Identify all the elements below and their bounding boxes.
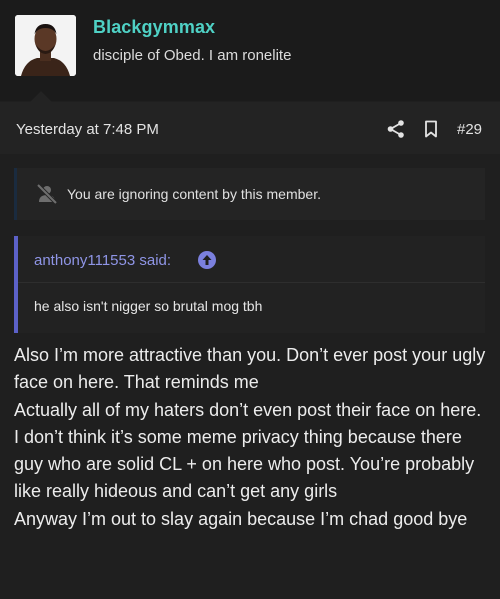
post-date[interactable]: Yesterday at 7:48 PM [16, 121, 159, 138]
post-meta-bar: Yesterday at 7:48 PM #29 [0, 102, 500, 154]
message-line: Also I’m more attractive than you. Don’t… [14, 345, 486, 393]
ignored-notice-text: You are ignoring content by this member. [67, 186, 321, 202]
message-line: Anyway I’m out to slay again because I’m… [14, 508, 468, 529]
quote-text: he also isn't nigger so brutal mog tbh [34, 298, 263, 314]
avatar[interactable] [15, 15, 76, 76]
username[interactable]: Blackgymmax [93, 17, 215, 38]
arrow-up-circle-icon[interactable] [198, 251, 216, 269]
quote-block: anthony111553 said: he also isn't nigger… [14, 236, 485, 333]
header-pointer [30, 91, 52, 102]
share-icon[interactable] [386, 119, 406, 139]
post-body: You are ignoring content by this member.… [0, 154, 500, 599]
bookmark-icon[interactable] [421, 119, 441, 139]
message-text: Also I’m more attractive than you. Don’t… [14, 342, 486, 533]
user-header: Blackgymmax disciple of Obed. I am ronel… [0, 0, 500, 102]
quote-author[interactable]: anthony111553 said: [34, 252, 171, 269]
ignored-notice: You are ignoring content by this member. [14, 168, 485, 220]
user-title: disciple of Obed. I am ronelite [93, 47, 292, 64]
post-number[interactable]: #29 [457, 121, 482, 138]
message-line: Actually all of my haters don’t even pos… [14, 399, 482, 502]
quote-header: anthony111553 said: [18, 236, 485, 283]
user-slash-icon [35, 182, 59, 206]
